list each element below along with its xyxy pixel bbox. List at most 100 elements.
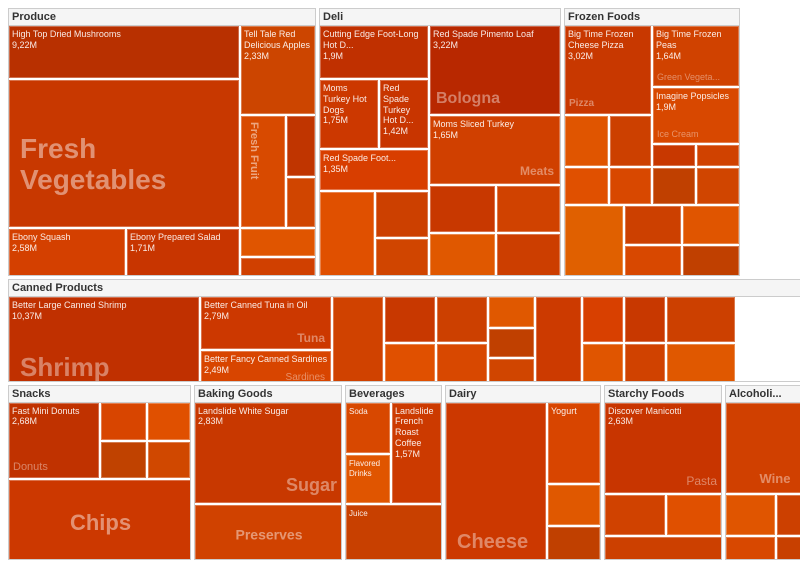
- frozen-small8: [697, 168, 739, 204]
- snacks-content: Fast Mini Donuts 2,68M Donuts Chips: [9, 403, 190, 560]
- bev-juice: Juice: [346, 505, 441, 560]
- frozen-block: Frozen Foods Big Time Frozen Cheese Pizz…: [564, 8, 740, 276]
- alcoholic-content: Wine: [726, 403, 800, 560]
- snacks-chips: Chips: [9, 480, 190, 560]
- starchy-content: Discover Manicotti 2,63M Pasta: [605, 403, 721, 560]
- dairy-yogurt: Yogurt: [548, 403, 600, 483]
- starchy-block: Starchy Foods Discover Manicotti 2,63M P…: [604, 385, 722, 561]
- baking-preserves: Preserves: [195, 505, 341, 560]
- bev-soda: Soda: [346, 403, 390, 453]
- canned-small7: [489, 329, 534, 357]
- deli-small7: [497, 234, 560, 275]
- deli-title: Deli: [320, 9, 560, 26]
- deli-content: Cutting Edge Foot-Long Hot D... 1,9M Red…: [320, 26, 560, 275]
- starchy-manicotti: Discover Manicotti 2,63M Pasta: [605, 403, 721, 493]
- deli-small2: [376, 192, 428, 237]
- beverages-block: Beverages Landslide French Roast Coffee …: [345, 385, 442, 561]
- canned-content: Better Large Canned Shrimp 10,37M Shrimp…: [9, 297, 800, 380]
- bev-flavored: Flavored Drinks: [346, 455, 390, 503]
- deli-small4: [430, 186, 495, 232]
- produce-fresh-fruit: Fresh Fruit: [241, 116, 285, 227]
- produce-small3: [241, 229, 315, 256]
- snacks-donuts: Fast Mini Donuts 2,68M Donuts: [9, 403, 99, 478]
- produce-mushrooms: High Top Dried Mushrooms 9,22M: [9, 26, 239, 78]
- alcoholic-small4: [777, 537, 800, 560]
- produce-squash: Ebony Squash 2,58M: [9, 229, 125, 275]
- alcoholic-small1: [726, 495, 775, 535]
- produce-apples: Tell Tale Red Delicious Apples 2,33M: [241, 26, 315, 114]
- dairy-content: Cheese Yogurt: [446, 403, 600, 560]
- canned-small10: [583, 297, 623, 342]
- frozen-title: Frozen Foods: [565, 9, 739, 26]
- frozen-small9: [565, 206, 623, 275]
- snacks-title: Snacks: [9, 386, 190, 403]
- baking-sugar: Landslide White Sugar 2,83M Sugar: [195, 403, 341, 503]
- produce-small4: [241, 258, 315, 275]
- alcoholic-wine: Wine: [726, 403, 800, 493]
- snacks-small3: [148, 403, 190, 440]
- deli-turkey-hotd: Red Spade Turkey Hot D... 1,42M: [380, 80, 428, 148]
- produce-title: Produce: [9, 9, 315, 26]
- beverages-title: Beverages: [346, 386, 441, 403]
- canned-small12: [625, 297, 665, 342]
- canned-small3: [385, 344, 435, 380]
- alcoholic-small3: [726, 537, 775, 560]
- deli-pimento: Red Spade Pimento Loaf 3,22M Bologna: [430, 26, 560, 114]
- frozen-content: Big Time Frozen Cheese Pizza 3,02M Pizza…: [565, 26, 739, 275]
- canned-small11: [583, 344, 623, 380]
- canned-title: Canned Products: [9, 280, 800, 297]
- frozen-pizza: Big Time Frozen Cheese Pizza 3,02M Pizza: [565, 26, 651, 114]
- baking-title: Baking Goods: [195, 386, 341, 403]
- frozen-small2: [610, 116, 651, 166]
- row1: Produce High Top Dried Mushrooms 9,22M T…: [8, 8, 800, 276]
- alcoholic-small2: [777, 495, 800, 535]
- frozen-popsicles: Imagine Popsicles 1,9M Ice Cream: [653, 88, 739, 143]
- frozen-small3: [653, 145, 695, 166]
- produce-small2: [287, 178, 315, 227]
- deli-small1: [320, 192, 374, 275]
- row3: Snacks Fast Mini Donuts 2,68M Donuts Chi…: [8, 385, 800, 561]
- frozen-small10: [625, 206, 681, 244]
- canned-small8: [489, 359, 534, 380]
- frozen-small11: [625, 246, 681, 275]
- starchy-small2: [667, 495, 721, 535]
- canned-small9: [536, 297, 581, 380]
- dairy-title: Dairy: [446, 386, 600, 403]
- bev-coffee: Landslide French Roast Coffee 1,57M: [392, 403, 441, 503]
- frozen-small5: [565, 168, 608, 204]
- frozen-small13: [683, 246, 739, 275]
- canned-small13: [625, 344, 665, 380]
- starchy-small1: [605, 495, 665, 535]
- canned-small14: [667, 297, 735, 342]
- baking-block: Baking Goods Landslide White Sugar 2,83M…: [194, 385, 342, 561]
- canned-small5: [437, 344, 487, 380]
- canned-sardines: Better Fancy Canned Sardines 2,49M Sardi…: [201, 351, 331, 380]
- canned-small15: [667, 344, 735, 380]
- snacks-small2: [101, 442, 146, 478]
- deli-sliced-turkey: Moms Sliced Turkey 1,65M Meats: [430, 116, 560, 184]
- snacks-small1: [101, 403, 146, 440]
- chart-area: Produce High Top Dried Mushrooms 9,22M T…: [8, 8, 800, 560]
- alcoholic-title: Alcoholi...: [726, 386, 800, 403]
- deli-redspade-foot: Red Spade Foot... 1,35M: [320, 150, 428, 190]
- alcoholic-block: Alcoholi... Wine: [725, 385, 800, 561]
- dairy-small1: [548, 485, 600, 525]
- snacks-small4: [148, 442, 190, 478]
- deli-small6: [497, 186, 560, 232]
- frozen-small7: [653, 168, 695, 204]
- frozen-small1: [565, 116, 608, 166]
- produce-salad: Ebony Prepared Salad 1,71M: [127, 229, 239, 275]
- produce-fresh-veg: FreshVegetables: [9, 80, 239, 227]
- canned-block: Canned Products Better Large Canned Shri…: [8, 279, 800, 381]
- canned-small1: [333, 297, 383, 380]
- dairy-small2: [548, 527, 600, 560]
- deli-turkey-dogs: Moms Turkey Hot Dogs 1,75M: [320, 80, 378, 148]
- main-container: Produce High Top Dried Mushrooms 9,22M T…: [0, 0, 800, 568]
- deli-hotdog: Cutting Edge Foot-Long Hot D... 1,9M: [320, 26, 428, 78]
- canned-small2: [385, 297, 435, 342]
- frozen-small12: [683, 206, 739, 244]
- frozen-small6: [610, 168, 651, 204]
- canned-shrimp: Better Large Canned Shrimp 10,37M Shrimp: [9, 297, 199, 380]
- starchy-small3: [605, 537, 721, 560]
- starchy-title: Starchy Foods: [605, 386, 721, 403]
